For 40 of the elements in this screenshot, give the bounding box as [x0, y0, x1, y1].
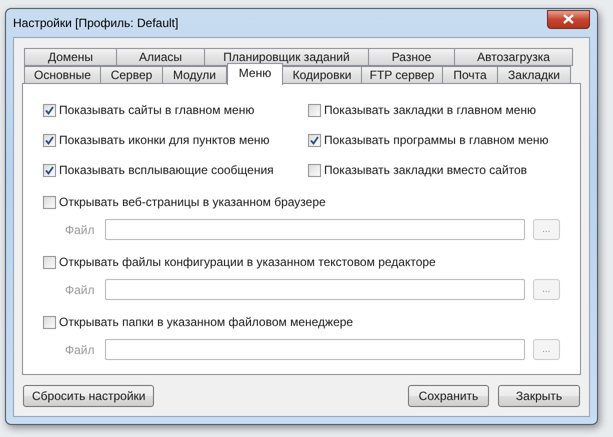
checkbox[interactable] [308, 134, 321, 146]
checkbox[interactable] [43, 164, 56, 176]
checkbox[interactable] [43, 316, 56, 328]
tab[interactable]: Основные [24, 66, 101, 84]
checkbox[interactable] [43, 196, 56, 208]
tab[interactable]: Алиасы [116, 48, 205, 66]
close-dialog-button[interactable]: Закрыть [498, 385, 580, 407]
tab[interactable]: Планировщик заданий [204, 48, 369, 66]
checkbox[interactable] [43, 256, 56, 268]
field-label: Файл [64, 342, 96, 358]
tab[interactable]: FTP сервер [361, 66, 443, 84]
window-title: Настройки [Профиль: Default] [13, 15, 178, 32]
tab[interactable]: Закладки [497, 66, 571, 84]
checkbox-label: Открывать папки в указанном файловом менеджере [59, 314, 354, 331]
checkbox-label: Открывать файлы конфигурации в указанном текстовом редакторе [59, 254, 436, 271]
checkbox-label: Показывать всплывающие сообщения [59, 162, 274, 179]
checkbox-label: Показывать иконки для пунктов меню [59, 132, 270, 149]
tab[interactable]: Домены [24, 48, 117, 66]
close-button[interactable] [547, 10, 590, 28]
tab[interactable]: Разное [368, 48, 455, 66]
tab[interactable]: Кодировки [282, 66, 362, 84]
checkbox-label: Показывать сайты в главном меню [59, 102, 254, 119]
close-icon [563, 14, 574, 24]
tab[interactable]: Сервер [100, 66, 163, 84]
checkbox[interactable] [308, 104, 321, 116]
field-label: Файл [64, 222, 96, 238]
checkbox-label: Открывать веб-страницы в указанном браузере [59, 194, 326, 211]
reset-button[interactable]: Сбросить настройки [23, 385, 154, 407]
save-button[interactable]: Сохранить [408, 385, 489, 407]
tab[interactable]: Меню [227, 63, 283, 85]
tab[interactable]: Почта [442, 66, 498, 84]
field-label: Файл [64, 282, 96, 298]
checkbox-label: Показывать закладки вместо сайтов [324, 162, 528, 179]
checkbox-label: Показывать закладки в главном меню [324, 102, 536, 119]
checkbox[interactable] [43, 134, 56, 146]
checkbox[interactable] [43, 104, 56, 116]
checkbox-label: Показывать программы в главном меню [324, 132, 549, 149]
checkbox[interactable] [308, 164, 321, 176]
tab[interactable]: Автозагрузка [454, 48, 573, 66]
tab[interactable]: Модули [162, 66, 227, 84]
